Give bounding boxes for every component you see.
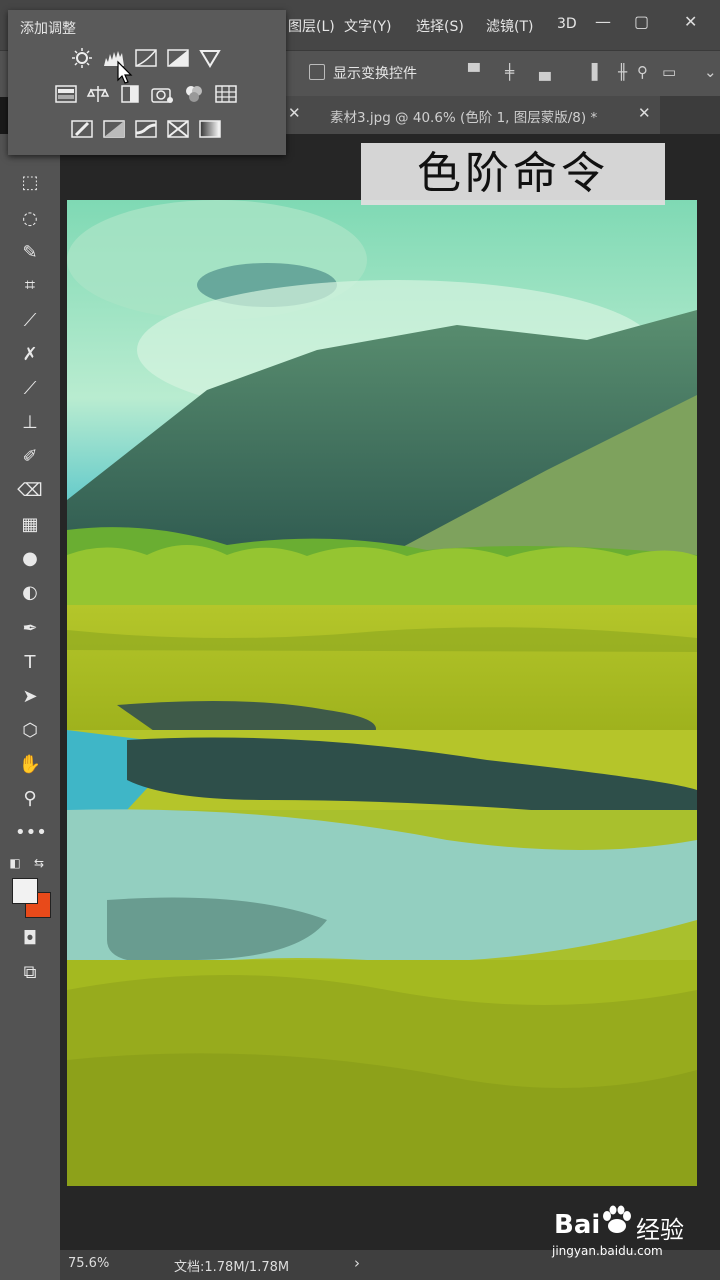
paw-icon <box>603 1205 631 1233</box>
prev-tab-close-icon[interactable]: ✕ <box>288 104 301 122</box>
foreground-color-swatch[interactable] <box>12 878 38 904</box>
align-left-icon[interactable]: ▐ <box>586 63 598 81</box>
photo-filter-icon[interactable] <box>150 84 174 104</box>
exposure-icon[interactable] <box>166 48 190 68</box>
selective-color-icon[interactable] <box>166 119 190 139</box>
pen-tool-icon[interactable]: ✒ <box>15 616 45 642</box>
show-transform-label: 显示变换控件 <box>333 66 417 82</box>
lasso-tool-icon[interactable]: ◌ <box>15 206 45 232</box>
default-colors-icon[interactable]: ◧ <box>4 850 26 876</box>
landscape-photo[interactable] <box>67 200 697 1186</box>
eyedropper-tool-icon[interactable]: ⟋ <box>15 308 45 334</box>
adjustments-panel-title: 添加调整 <box>20 21 76 37</box>
status-menu-arrow[interactable]: › <box>354 1254 360 1272</box>
watermark-brand: Bai <box>554 1210 601 1240</box>
brightness-icon[interactable] <box>70 48 94 68</box>
zoom-tool-icon[interactable]: ⚲ <box>15 786 45 812</box>
invert-icon[interactable] <box>70 119 94 139</box>
gradient-map-icon[interactable] <box>198 119 222 139</box>
dodge-tool-icon[interactable]: ◐ <box>15 580 45 606</box>
tab-close-icon[interactable]: ✕ <box>638 104 651 122</box>
marquee-tool-icon[interactable]: ⬚ <box>15 170 45 196</box>
hand-tool-icon[interactable]: ✋ <box>15 752 45 778</box>
search-icon[interactable]: ⚲ <box>637 63 648 81</box>
chevron-down-icon[interactable]: ⌄ <box>704 63 717 81</box>
more-tools-icon[interactable]: ••• <box>15 820 47 846</box>
baidu-jingyan-watermark: Bai 经验 jingyan.baidu.com <box>550 1196 710 1266</box>
align-top-icon[interactable]: ▀ <box>468 63 480 81</box>
crop-tool-icon[interactable]: ⌗ <box>15 273 45 299</box>
quick-select-tool-icon[interactable]: ✎ <box>15 240 45 266</box>
align-hcenter-icon[interactable]: ╫ <box>618 63 627 81</box>
menu-filter[interactable]: 滤镜(T) <box>486 16 533 36</box>
posterize-icon[interactable] <box>102 119 126 139</box>
black-white-icon[interactable] <box>118 84 142 104</box>
gradient-tool-icon[interactable]: ▦ <box>15 512 45 538</box>
channel-mixer-icon[interactable] <box>182 84 206 104</box>
shape-tool-icon[interactable]: ⬡ <box>15 718 45 744</box>
stamp-tool-icon[interactable]: ⊥ <box>15 410 45 436</box>
eraser-tool-icon[interactable]: ⌫ <box>15 478 45 504</box>
menu-select[interactable]: 选择(S) <box>416 16 464 36</box>
menu-3d[interactable]: 3D <box>557 16 577 32</box>
vibrance-icon[interactable] <box>198 48 222 68</box>
blur-tool-icon[interactable]: ● <box>15 546 45 572</box>
healing-tool-icon[interactable]: ✗ <box>15 342 45 368</box>
watermark-url: jingyan.baidu.com <box>552 1244 663 1258</box>
landscape-image <box>67 200 697 1186</box>
zoom-level[interactable]: 75.6% <box>68 1256 109 1271</box>
close-icon[interactable]: ✕ <box>684 12 697 31</box>
caption-banner: 色阶命令 <box>361 143 665 205</box>
document-tab-title: 素材3.jpg @ 40.6% (色阶 1, 图层蒙版/8) * <box>330 110 598 126</box>
color-lookup-icon[interactable] <box>214 84 238 104</box>
watermark-brand-suffix: 经验 <box>636 1216 684 1244</box>
color-balance-icon[interactable] <box>86 84 110 104</box>
show-transform-checkbox[interactable] <box>309 64 325 80</box>
quick-mask-icon[interactable]: ◘ <box>15 926 45 952</box>
minimize-icon[interactable]: — <box>595 12 611 31</box>
swap-colors-icon[interactable]: ⇆ <box>28 850 50 876</box>
menu-layer[interactable]: 图层(L) <box>288 16 335 36</box>
maximize-icon[interactable]: ▢ <box>634 12 649 31</box>
menu-type[interactable]: 文字(Y) <box>344 16 391 36</box>
curves-icon[interactable] <box>134 48 158 68</box>
brush-tool-icon[interactable]: ⟋ <box>15 376 45 402</box>
align-bottom-icon[interactable]: ▄ <box>539 63 551 81</box>
screen-mode-icon[interactable]: ⧉ <box>15 960 45 986</box>
threshold-icon[interactable] <box>134 119 158 139</box>
type-tool-icon[interactable]: T <box>15 650 45 676</box>
mouse-cursor-icon <box>117 60 133 84</box>
hue-saturation-icon[interactable] <box>54 84 78 104</box>
align-vcenter-icon[interactable]: ╪ <box>505 63 514 81</box>
history-brush-tool-icon[interactable]: ✐ <box>15 444 45 470</box>
document-size: 文档:1.78M/1.78M <box>174 1260 290 1275</box>
workspace-icon[interactable]: ▭ <box>662 63 676 81</box>
path-select-tool-icon[interactable]: ➤ <box>15 684 45 710</box>
